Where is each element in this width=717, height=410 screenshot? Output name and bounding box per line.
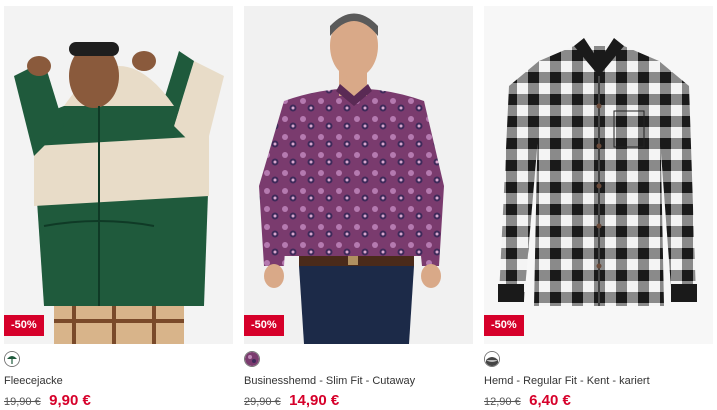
sale-price: 6,40 € xyxy=(529,392,571,409)
sale-price: 9,90 € xyxy=(49,392,91,409)
color-swatch[interactable] xyxy=(484,351,500,367)
old-price: 19,90 € xyxy=(4,396,41,408)
product-card[interactable]: -50% Fleecejacke 19,90 € 9,90 € xyxy=(4,6,233,409)
product-name[interactable]: Fleecejacke xyxy=(4,375,63,387)
product-grid: -50% Fleecejacke 19,90 € 9,90 € -50% Bus… xyxy=(0,0,717,410)
sale-price: 14,90 € xyxy=(289,392,340,409)
product-photo xyxy=(4,6,233,344)
product-card[interactable]: -50% Businesshemd - Slim Fit - Cutaway 2… xyxy=(244,6,473,409)
price-row: 29,90 € 14,90 € xyxy=(244,392,339,410)
product-name[interactable]: Hemd - Regular Fit - Kent - kariert xyxy=(484,375,650,387)
discount-badge: -50% xyxy=(4,315,44,336)
product-image-fleece-jacket[interactable]: -50% xyxy=(4,6,233,344)
swatch-color-icon xyxy=(485,352,499,366)
discount-badge: -50% xyxy=(244,315,284,336)
color-swatch[interactable] xyxy=(244,351,260,367)
swatch-color-icon xyxy=(5,352,19,366)
swatch-color-icon xyxy=(245,352,259,366)
old-price: 12,90 € xyxy=(484,396,521,408)
color-swatch[interactable] xyxy=(4,351,20,367)
price-row: 19,90 € 9,90 € xyxy=(4,392,91,410)
product-image-checked-shirt[interactable]: -50% xyxy=(484,6,713,344)
old-price: 29,90 € xyxy=(244,396,281,408)
product-name[interactable]: Businesshemd - Slim Fit - Cutaway xyxy=(244,375,415,387)
discount-badge: -50% xyxy=(484,315,524,336)
product-image-business-shirt[interactable]: -50% xyxy=(244,6,473,344)
price-row: 12,90 € 6,40 € xyxy=(484,392,571,410)
product-photo xyxy=(244,6,473,344)
product-card[interactable]: -50% Hemd - Regular Fit - Kent - kariert… xyxy=(484,6,713,409)
product-photo xyxy=(484,6,713,344)
